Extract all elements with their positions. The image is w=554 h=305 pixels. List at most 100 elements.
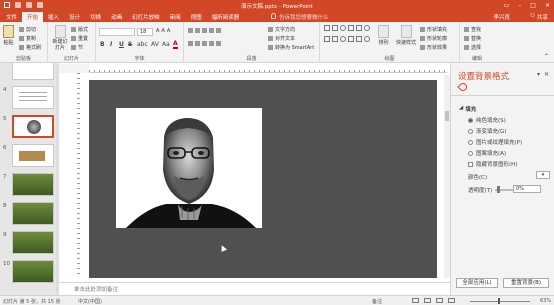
justify-icon[interactable] bbox=[209, 41, 214, 46]
smartart-button[interactable]: 转换为 SmartArt bbox=[268, 44, 314, 51]
align-text-button[interactable]: 对齐文本 bbox=[268, 35, 295, 42]
bold-button[interactable]: B bbox=[100, 41, 105, 48]
fill-option-3[interactable]: 图案填充(A) bbox=[468, 149, 506, 157]
new-slide-button[interactable]: 新建幻灯片 bbox=[51, 25, 69, 51]
shape-item[interactable] bbox=[340, 35, 346, 42]
slide-thumbnail[interactable] bbox=[12, 231, 54, 254]
increase-indent-icon[interactable] bbox=[209, 28, 214, 33]
cut-button[interactable]: 剪切 bbox=[19, 26, 36, 33]
slide-thumbnail[interactable] bbox=[12, 202, 54, 225]
shape-item[interactable] bbox=[340, 25, 346, 31]
grow-shrink-font[interactable]: AAA bbox=[156, 28, 170, 34]
transparency-input[interactable]: 0% bbox=[513, 185, 541, 193]
checkbox-box[interactable] bbox=[468, 161, 473, 167]
maximize-icon[interactable]: □ bbox=[530, 2, 536, 9]
shape-item[interactable] bbox=[356, 25, 362, 31]
minimize-icon[interactable]: – bbox=[518, 2, 521, 9]
current-slide[interactable] bbox=[116, 108, 262, 228]
share-button[interactable]: ⚇ 共享 bbox=[530, 13, 548, 21]
grow-font-icon[interactable]: A bbox=[156, 28, 159, 34]
text-direction-button[interactable]: 文字方向 bbox=[268, 26, 295, 33]
ribbon-display-icon[interactable]: ▭ bbox=[504, 2, 510, 9]
font-color-button[interactable]: A bbox=[173, 41, 178, 49]
section-button[interactable]: 节 bbox=[71, 44, 83, 51]
tab-8[interactable]: 视图 bbox=[186, 12, 207, 22]
shape-item[interactable] bbox=[332, 25, 338, 31]
line-spacing-icon[interactable] bbox=[216, 28, 221, 33]
strikethrough-button[interactable]: S bbox=[128, 41, 132, 48]
radio-button[interactable] bbox=[468, 139, 473, 145]
format-painter-button[interactable]: 格式刷 bbox=[19, 44, 41, 51]
reset-background-button[interactable]: 重置背景(B) bbox=[503, 278, 549, 288]
shapes-gallery[interactable] bbox=[324, 25, 374, 45]
shape-item[interactable] bbox=[364, 35, 370, 42]
align-left-icon[interactable] bbox=[188, 41, 193, 46]
align-center-icon[interactable] bbox=[195, 41, 200, 46]
shape-item[interactable] bbox=[332, 35, 338, 42]
sorter-view-icon[interactable] bbox=[424, 298, 431, 303]
zoom-slider[interactable] bbox=[470, 301, 530, 302]
shape-outline-button[interactable]: 形状轮廓 bbox=[420, 35, 447, 42]
paste-button[interactable]: 粘贴 bbox=[3, 25, 14, 46]
numbering-icon[interactable] bbox=[195, 28, 200, 33]
underline-button[interactable]: U bbox=[119, 41, 124, 48]
quick-styles-button[interactable]: 快速样式 bbox=[396, 25, 416, 46]
tab-1[interactable]: 开始 bbox=[22, 12, 44, 22]
tab-4[interactable]: 切换 bbox=[85, 12, 106, 22]
align-right-icon[interactable] bbox=[202, 41, 207, 46]
font-name-field[interactable] bbox=[99, 28, 135, 36]
select-button[interactable]: 选择 bbox=[464, 44, 481, 51]
user-name[interactable]: 李兴良 bbox=[493, 13, 510, 21]
collapse-ribbon-icon[interactable]: ⌃ bbox=[544, 53, 549, 60]
radio-button[interactable] bbox=[468, 150, 473, 156]
shadow-button[interactable]: abc bbox=[137, 41, 148, 48]
pane-dropdown-icon[interactable]: ▾ bbox=[537, 71, 540, 78]
columns-icon[interactable] bbox=[216, 41, 221, 46]
slide-thumbnail[interactable] bbox=[12, 260, 54, 283]
reset-button[interactable]: 重置 bbox=[71, 35, 88, 42]
notes-toggle[interactable]: 备注 bbox=[372, 298, 382, 305]
char-spacing-button[interactable]: AV bbox=[151, 41, 159, 48]
decrease-indent-icon[interactable] bbox=[202, 28, 207, 33]
notes-pane[interactable]: 单击此处添加备注 bbox=[59, 282, 450, 294]
bullets-icon[interactable] bbox=[188, 28, 193, 33]
slide-thumbnail[interactable] bbox=[12, 144, 54, 167]
tab-5[interactable]: 动画 bbox=[106, 12, 127, 22]
slide-thumbnail[interactable] bbox=[12, 86, 54, 109]
thumbnail-scrollbar[interactable] bbox=[56, 65, 59, 295]
slider-knob[interactable] bbox=[497, 186, 500, 193]
tab-6[interactable]: 幻灯片放映 bbox=[127, 12, 165, 22]
replace-button[interactable]: 替换 bbox=[464, 35, 481, 42]
radio-button[interactable] bbox=[468, 128, 473, 134]
tab-9[interactable]: 福昕阅读器 bbox=[207, 12, 245, 22]
language-indicator[interactable]: 中文(中国) bbox=[78, 298, 102, 305]
radio-button[interactable] bbox=[468, 117, 473, 123]
zoom-slider-knob[interactable] bbox=[498, 298, 500, 304]
italic-button[interactable]: I bbox=[110, 41, 112, 48]
slide-canvas[interactable] bbox=[89, 80, 437, 278]
font-size-field[interactable]: 18 bbox=[137, 28, 153, 36]
hide-background-checkbox[interactable]: 隐藏背景图形(H) bbox=[468, 160, 517, 168]
copy-button[interactable]: 复制 bbox=[19, 35, 36, 42]
change-case-button[interactable]: Aa bbox=[162, 41, 170, 48]
color-picker-button[interactable]: ▾ bbox=[536, 171, 550, 179]
fill-option-2[interactable]: 图片或纹理填充(P) bbox=[468, 138, 522, 146]
tab-0[interactable]: 文件 bbox=[1, 12, 22, 22]
apply-all-button[interactable]: 全部应用(L) bbox=[456, 278, 498, 288]
tab-7[interactable]: 审阅 bbox=[165, 12, 186, 22]
fill-option-0[interactable]: 纯色填充(S) bbox=[468, 116, 506, 124]
fill-option-1[interactable]: 渐变填充(G) bbox=[468, 127, 507, 135]
shape-item[interactable] bbox=[348, 35, 354, 42]
shape-effects-button[interactable]: 形状效果 bbox=[420, 44, 447, 51]
scrollbar-thumb[interactable] bbox=[445, 111, 449, 121]
slide-thumbnail[interactable] bbox=[12, 115, 54, 138]
pane-close-icon[interactable]: ✕ bbox=[544, 71, 549, 78]
slideshow-view-icon[interactable] bbox=[448, 298, 455, 303]
shrink-font-icon[interactable]: A bbox=[161, 28, 164, 34]
tell-me-box[interactable]: 告诉我您想要做什么 bbox=[271, 13, 329, 21]
clear-format-icon[interactable]: A bbox=[167, 28, 170, 34]
tab-3[interactable]: 设计 bbox=[64, 12, 85, 22]
zoom-level[interactable]: 63% bbox=[540, 298, 551, 304]
close-icon[interactable]: ✕ bbox=[545, 2, 550, 9]
tab-2[interactable]: 插入 bbox=[43, 12, 64, 22]
